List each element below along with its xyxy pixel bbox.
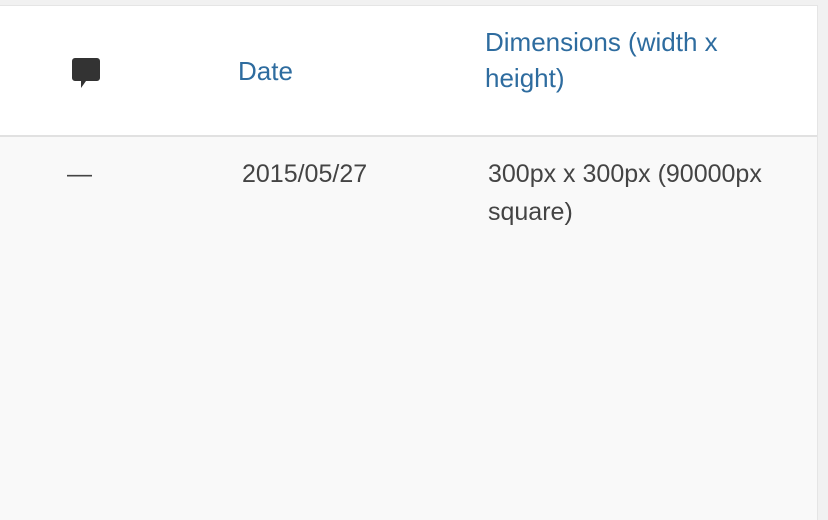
comments-column-header[interactable]: [72, 58, 100, 90]
dimensions-cell: 300px x 300px (90000px square): [488, 160, 762, 226]
table-header: Date Dimensions (width x height): [0, 6, 817, 137]
comment-bubble-icon: [72, 58, 100, 88]
dimensions-column-header[interactable]: Dimensions (width x height): [485, 24, 785, 96]
comments-count-cell: —: [67, 160, 92, 188]
media-list-table: Date Dimensions (width x height) — 2015/…: [0, 5, 818, 520]
date-cell: 2015/05/27: [242, 160, 368, 188]
table-row: — 2015/05/27 300px x 300px (90000px squa…: [0, 137, 817, 520]
date-column-header[interactable]: Date: [238, 53, 293, 89]
